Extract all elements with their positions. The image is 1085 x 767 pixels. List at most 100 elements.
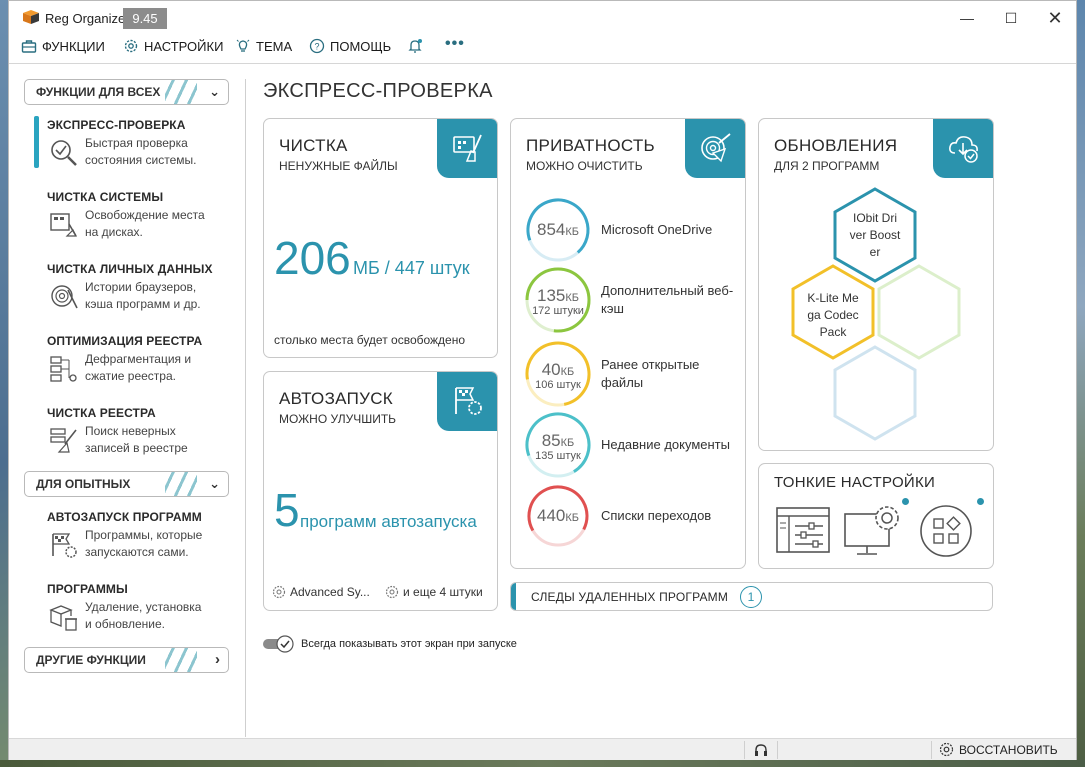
group-header-advanced[interactable]: ДЛЯ ОПЫТНЫХ ⌄ — [24, 471, 229, 497]
sidebar-item-title: ЧИСТКА РЕЕСТРА — [47, 406, 156, 420]
privacy-row-label: Дополнительный веб-кэш — [601, 283, 734, 316]
ring-size-value: 854 — [536, 220, 566, 239]
sidebar-item-express-check[interactable]: ЭКСПРЕСС-ПРОВЕРКА Быстрая проверка состоя… — [47, 118, 237, 167]
fingerprint-broom-icon — [701, 133, 731, 163]
ring-count: 135 штук — [535, 450, 581, 462]
group-header-other[interactable]: ДРУГИЕ ФУНКЦИИ › — [24, 647, 229, 673]
deleted-program-traces-button[interactable]: СЛЕДЫ УДАЛЕННЫХ ПРОГРАММ 1 — [510, 582, 993, 611]
hex-iobit-line1: IObit Dri — [853, 211, 897, 225]
updates-card[interactable]: ОБНОВЛЕНИЯ ДЛЯ 2 ПРОГРАММ IObit Dri ver … — [758, 118, 994, 451]
ring-size-unit: КБ — [565, 292, 579, 304]
startup-screen-toggle[interactable] — [263, 635, 295, 653]
sidebar-item-desc: Освобождение места на дисках. — [85, 207, 235, 241]
cleanup-size-unit: МБ / 447 штук — [353, 258, 470, 278]
tuning-card[interactable]: ТОНКИЕ НАСТРОЙКИ — [758, 463, 994, 569]
group-header-label: ДЛЯ ОПЫТНЫХ — [36, 477, 131, 491]
privacy-row-label: Списки переходов — [601, 508, 712, 523]
card-subtitle: МОЖНО УЛУЧШИТЬ — [279, 412, 397, 426]
sidebar-item-desc: Поиск неверных записей в реестре — [85, 423, 235, 457]
privacy-row-onedrive[interactable]: 854КБ Microsoft OneDrive — [523, 195, 743, 265]
hex-klite-line2: ga Codec — [807, 308, 858, 322]
privacy-row-web-cache[interactable]: 135КБ 172 штуки Дополнительный веб-кэш — [523, 265, 743, 335]
sidebar-item-title: ЭКСПРЕСС-ПРОВЕРКА — [47, 118, 186, 132]
traces-count-badge: 1 — [740, 586, 762, 608]
autorun-more-link[interactable]: и еще 4 штуки — [385, 585, 483, 599]
sidebar-item-system-cleanup[interactable]: ЧИСТКА СИСТЕМЫ Освобождение места на диск… — [47, 190, 237, 239]
card-badge — [685, 119, 745, 178]
ring-size: 40КБ — [523, 360, 593, 380]
ring-size: 854КБ — [523, 220, 593, 240]
privacy-card[interactable]: ПРИВАТНОСТЬ МОЖНО ОЧИСТИТЬ 854КБ Microso… — [510, 118, 746, 569]
sidebar-item-registry-cleanup[interactable]: ЧИСТКА РЕЕСТРА Поиск неверных записей в р… — [47, 406, 237, 455]
ring-size-value: 85 — [541, 431, 561, 450]
cleanup-size-number: 206 — [274, 232, 351, 284]
hex-klite-line3: Pack — [820, 325, 848, 339]
gear-icon — [124, 39, 138, 53]
privacy-row-label: Ранее открытые файлы — [601, 357, 700, 390]
help-icon: ? — [309, 38, 325, 54]
card-subtitle: ДЛЯ 2 ПРОГРАММ — [774, 159, 880, 173]
maximize-button[interactable]: ☐ — [999, 7, 1023, 29]
sidebar-divider — [245, 79, 246, 737]
sliders-panel-icon[interactable] — [775, 504, 831, 556]
menu-functions[interactable]: ФУНКЦИИ — [21, 38, 105, 54]
sidebar-item-private-data[interactable]: ЧИСТКА ЛИЧНЫХ ДАННЫХ Истории браузеров, к… — [47, 262, 237, 311]
fingerprint-broom-icon — [51, 285, 78, 309]
restore-button[interactable]: ВОССТАНОВИТЬ — [939, 742, 1058, 757]
privacy-row-jump-lists[interactable]: 440КБ Списки переходов — [523, 481, 743, 551]
menu-functions-label: ФУНКЦИИ — [42, 38, 105, 54]
hexagon-placeholder-blue — [833, 345, 917, 441]
sidebar-item-title: ОПТИМИЗАЦИЯ РЕЕСТРА — [47, 334, 203, 348]
menu-settings[interactable]: НАСТРОЙКИ — [123, 38, 223, 54]
monitor-gear-icon[interactable] — [843, 502, 905, 558]
group-header-label: ФУНКЦИИ ДЛЯ ВСЕХ — [36, 85, 161, 99]
sidebar-item-title: ЧИСТКА СИСТЕМЫ — [47, 190, 164, 204]
group-header-label: ДРУГИЕ ФУНКЦИИ — [36, 653, 146, 667]
minimize-button[interactable]: — — [955, 7, 979, 29]
privacy-row-recent-docs[interactable]: 85КБ 135 штук Недавние документы — [523, 410, 743, 480]
autorun-item-1[interactable]: Advanced Sy... — [272, 585, 370, 599]
sidebar-item-desc-line2: на дисках. — [85, 225, 143, 239]
group-header-for-all[interactable]: ФУНКЦИИ ДЛЯ ВСЕХ ⌄ — [24, 79, 229, 105]
toolbox-icon — [21, 40, 37, 53]
more-icon: ••• — [445, 35, 465, 52]
card-subtitle: МОЖНО ОЧИСТИТЬ — [526, 159, 643, 173]
privacy-ring: 85КБ 135 штук — [523, 410, 593, 480]
menu-settings-label: НАСТРОЙКИ — [144, 38, 224, 54]
hex-iobit-line2: ver Boost — [850, 228, 901, 242]
stripes-decoration — [165, 648, 197, 672]
sidebar-item-desc-line1: Быстрая проверка — [85, 136, 188, 150]
menu-help[interactable]: ? ПОМОЩЬ — [309, 38, 391, 54]
bell-icon — [408, 39, 422, 53]
sidebar-item-programs[interactable]: ПРОГРАММЫ Удаление, установка и обновлени… — [47, 582, 237, 631]
sidebar-item-autorun[interactable]: АВТОЗАПУСК ПРОГРАММ Программы, которые за… — [47, 510, 237, 559]
disk-broom-icon — [50, 213, 77, 237]
sidebar-item-desc-line2: и обновление. — [85, 617, 165, 631]
sidebar-item-desc-line2: запускаются сами. — [85, 545, 189, 559]
headset-icon[interactable] — [753, 742, 769, 758]
card-title: ОБНОВЛЕНИЯ — [774, 136, 898, 155]
privacy-row-recent-files[interactable]: 40КБ 106 штук Ранее открытые файлы — [523, 339, 743, 409]
ring-size-unit: КБ — [560, 437, 575, 449]
privacy-row-label: Microsoft OneDrive — [601, 222, 713, 237]
more-menu-button[interactable]: ••• — [445, 35, 465, 53]
autorun-card[interactable]: АВТОЗАПУСК МОЖНО УЛУЧШИТЬ 5 программ авт… — [263, 371, 498, 611]
restore-gear-icon — [939, 742, 954, 757]
app-logo-icon — [23, 10, 39, 24]
title-bar[interactable]: Reg Organizer 9.45 — ☐ ✕ — [9, 1, 1076, 35]
sidebar-item-desc-line2: сжатие реестра. — [85, 369, 176, 383]
notifications-button[interactable] — [407, 38, 423, 54]
menu-theme[interactable]: ТЕМА — [235, 38, 292, 54]
privacy-ring: 440КБ — [523, 481, 593, 551]
card-badge — [437, 372, 497, 431]
autorun-count-number: 5 — [274, 484, 300, 536]
card-title: ЧИСТКА — [279, 136, 348, 155]
apps-grid-icon[interactable] — [919, 504, 973, 558]
autorun-count-unit: программ автозапуска — [300, 512, 477, 531]
desktop-background-right — [1077, 0, 1085, 767]
cleanup-card[interactable]: ЧИСТКА НЕНУЖНЫЕ ФАЙЛЫ 206 МБ / 447 штук … — [263, 118, 498, 358]
sidebar-item-registry-optimize[interactable]: ОПТИМИЗАЦИЯ РЕЕСТРА Дефрагментация и сжат… — [47, 334, 237, 383]
close-button[interactable]: ✕ — [1043, 7, 1067, 29]
program-hexagons: IObit Dri ver Boost er K-Lite Me ga Code… — [791, 187, 961, 441]
startup-screen-toggle-label: Всегда показывать этот экран при запуске — [301, 638, 517, 650]
